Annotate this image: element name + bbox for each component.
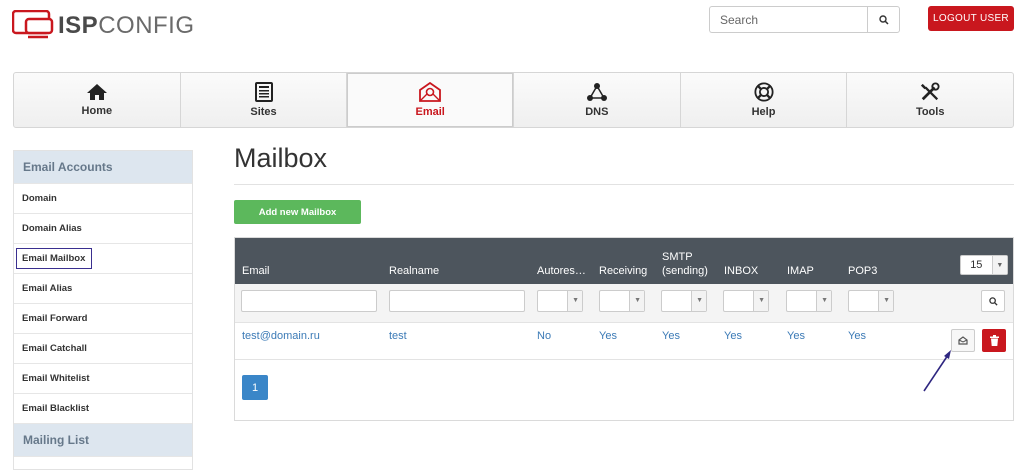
nav-home-label: Home <box>81 105 113 117</box>
table-header: Email Realname Autores… Receiving SMTP (… <box>235 238 1013 284</box>
sidebar-item-email-catchall[interactable]: Email Catchall <box>14 334 192 364</box>
sidebar-item-label: Email Mailbox <box>15 248 93 269</box>
nav-sites-label: Sites <box>250 106 277 118</box>
nav-tools[interactable]: Tools <box>847 73 1013 127</box>
sidebar-item-email-mailbox[interactable]: Email Mailbox <box>14 244 192 274</box>
logo-text-bold: ISP <box>58 12 99 39</box>
chevron-down-icon: ▼ <box>991 256 1007 274</box>
filter-autoresponder-select[interactable]: ▼ <box>537 290 583 312</box>
filter-search-button[interactable] <box>981 290 1005 312</box>
per-page-select[interactable]: 15 ▼ <box>960 255 1008 275</box>
cell-email[interactable]: test@domain.ru <box>242 330 320 342</box>
envelope-icon <box>958 336 968 345</box>
search-input[interactable] <box>709 6 867 33</box>
nav-dns[interactable]: DNS <box>514 73 681 127</box>
filter-receiving-select[interactable]: ▼ <box>599 290 645 312</box>
nav-email[interactable]: Email <box>347 73 515 127</box>
title-divider <box>234 184 1014 185</box>
sidebar-item-email-alias[interactable]: Email Alias <box>14 274 192 304</box>
logo-mark-icon <box>12 10 54 39</box>
search-button[interactable] <box>867 6 900 33</box>
delete-mailbox-button[interactable] <box>982 329 1006 352</box>
sidebar: Email Accounts Domain Domain Alias Email… <box>13 150 193 470</box>
add-new-mailbox-button[interactable]: Add new Mailbox <box>234 200 361 224</box>
dns-icon <box>586 83 607 101</box>
cell-smtp[interactable]: Yes <box>662 330 680 342</box>
column-header-smtp[interactable]: SMTP (sending) <box>662 250 708 278</box>
nav-home[interactable]: Home <box>14 73 181 127</box>
sidebar-item-label: Email Alias <box>22 283 73 294</box>
column-header-realname[interactable]: Realname <box>389 264 439 278</box>
nav-sites[interactable]: Sites <box>181 73 348 127</box>
logo-wordmark: ISPCONFIG <box>58 12 195 40</box>
filter-row: ▼ ▼ ▼ ▼ ▼ ▼ <box>235 284 1013 323</box>
column-header-smtp-line2: (sending) <box>662 265 708 277</box>
nav-help-label: Help <box>751 106 776 118</box>
sidebar-item-label: Email Whitelist <box>22 373 90 384</box>
chevron-down-icon: ▼ <box>696 297 703 304</box>
sidebar-item-label: Domain <box>22 193 57 204</box>
search-icon <box>878 14 889 25</box>
sites-icon <box>254 82 273 102</box>
cell-inbox[interactable]: Yes <box>724 330 742 342</box>
filter-imap-select[interactable]: ▼ <box>786 290 832 312</box>
cell-pop3[interactable]: Yes <box>848 330 866 342</box>
cell-imap[interactable]: Yes <box>787 330 805 342</box>
table-row[interactable]: test@domain.ru test No Yes Yes Yes Yes Y… <box>235 323 1013 360</box>
open-webmail-button[interactable] <box>951 329 975 352</box>
main-navigation: Home Sites Email DNS Help Tools <box>13 72 1014 128</box>
logout-button[interactable]: LOGOUT USER <box>928 6 1014 31</box>
column-header-pop3[interactable]: POP3 <box>848 264 877 278</box>
chevron-down-icon: ▼ <box>634 297 641 304</box>
column-header-receiving[interactable]: Receiving <box>599 264 647 278</box>
annotation-arrow-icon <box>923 350 951 392</box>
sidebar-item-label: Email Forward <box>22 313 88 324</box>
nav-tools-label: Tools <box>915 106 945 118</box>
sidebar-item-label: Domain Alias <box>22 223 82 234</box>
filter-email-input[interactable] <box>241 290 377 312</box>
filter-pop3-select[interactable]: ▼ <box>848 290 894 312</box>
chevron-down-icon: ▼ <box>572 297 579 304</box>
column-header-email[interactable]: Email <box>242 264 270 278</box>
cell-autoresponder[interactable]: No <box>537 330 551 342</box>
sidebar-section-mailing-list: Mailing List <box>14 424 192 457</box>
sidebar-item-email-blacklist[interactable]: Email Blacklist <box>14 394 192 424</box>
sidebar-item-domain[interactable]: Domain <box>14 184 192 214</box>
sidebar-item-email-whitelist[interactable]: Email Whitelist <box>14 364 192 394</box>
chevron-down-icon: ▼ <box>821 297 828 304</box>
help-icon <box>753 82 774 102</box>
tools-icon <box>921 82 940 101</box>
page-title: Mailbox <box>234 143 328 173</box>
sidebar-item-domain-alias[interactable]: Domain Alias <box>14 214 192 244</box>
column-header-inbox[interactable]: INBOX <box>724 264 758 278</box>
column-header-imap[interactable]: IMAP <box>787 264 814 278</box>
pagination-page-1[interactable]: 1 <box>242 375 268 400</box>
column-header-autoresponder[interactable]: Autores… <box>537 264 586 278</box>
chevron-down-icon: ▼ <box>758 297 765 304</box>
per-page-value: 15 <box>970 259 983 271</box>
mailbox-table-panel: Email Realname Autores… Receiving SMTP (… <box>234 237 1014 421</box>
nav-dns-label: DNS <box>585 106 609 118</box>
logo-text-light: CONFIG <box>98 12 195 39</box>
column-header-smtp-line1: SMTP <box>662 251 693 263</box>
sidebar-item-label: Email Catchall <box>22 343 87 354</box>
sidebar-item-email-forward[interactable]: Email Forward <box>14 304 192 334</box>
sidebar-section-email-accounts: Email Accounts <box>14 151 192 184</box>
nav-help[interactable]: Help <box>681 73 848 127</box>
search-icon <box>988 296 998 306</box>
global-search <box>709 6 901 33</box>
cell-receiving[interactable]: Yes <box>599 330 617 342</box>
chevron-down-icon: ▼ <box>883 297 890 304</box>
trash-icon <box>989 335 999 346</box>
nav-email-label: Email <box>415 106 445 118</box>
cell-realname[interactable]: test <box>389 330 407 342</box>
filter-inbox-select[interactable]: ▼ <box>723 290 769 312</box>
ispconfig-logo[interactable]: ISPCONFIG <box>12 10 195 42</box>
sidebar-item-label: Email Blacklist <box>22 403 90 414</box>
email-icon <box>419 82 442 102</box>
filter-smtp-select[interactable]: ▼ <box>661 290 707 312</box>
home-icon <box>86 84 107 100</box>
filter-realname-input[interactable] <box>389 290 525 312</box>
